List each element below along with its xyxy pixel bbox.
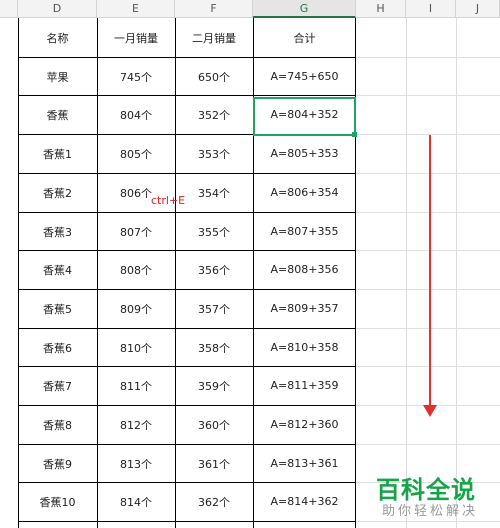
down-arrow-line: [429, 135, 431, 407]
row-12-name-cell[interactable]: 香蕉10: [18, 482, 97, 521]
gridline: [355, 95, 500, 96]
row-9-name-cell[interactable]: 香蕉7: [18, 366, 97, 405]
gridline: [355, 289, 500, 290]
watermark-subtitle: 助你轻松解决: [382, 504, 479, 519]
row-8-name-cell[interactable]: 香蕉6: [18, 328, 97, 367]
row-4-feb-cell[interactable]: 354个: [175, 173, 253, 212]
column-header-h[interactable]: H: [356, 0, 406, 18]
row-2-name-cell[interactable]: 香蕉: [18, 95, 97, 134]
row-6-total-cell[interactable]: A=808+356: [253, 250, 356, 289]
gridline: [355, 173, 500, 174]
row-2-feb-cell[interactable]: 352个: [175, 95, 253, 134]
gridline: [355, 134, 500, 135]
row-5-feb-cell[interactable]: 355个: [175, 212, 253, 251]
column-header-e[interactable]: E: [97, 0, 175, 18]
gridline: [355, 444, 500, 445]
row-2-jan-cell[interactable]: 804个: [97, 95, 175, 134]
row-11-jan-cell[interactable]: 813个: [97, 444, 175, 483]
column-header-j[interactable]: J: [456, 0, 500, 18]
header-jan-cell[interactable]: 一月销量: [97, 18, 175, 57]
row-3-jan-cell[interactable]: 805个: [97, 134, 175, 173]
row-8-feb-cell[interactable]: 358个: [175, 328, 253, 367]
fill-handle[interactable]: [352, 132, 357, 137]
row-1-name-cell[interactable]: 苹果: [18, 57, 97, 96]
row-3-total-cell[interactable]: A=805+353: [253, 134, 356, 173]
row-10-total-cell[interactable]: A=812+360: [253, 405, 356, 444]
row-7-name-cell[interactable]: 香蕉5: [18, 289, 97, 328]
row-1-jan-cell[interactable]: 745个: [97, 57, 175, 96]
row-9-total-cell[interactable]: A=811+359: [253, 366, 356, 405]
row-9-jan-cell[interactable]: 811个: [97, 366, 175, 405]
gridline: [355, 212, 500, 213]
row-10-jan-cell[interactable]: 812个: [97, 405, 175, 444]
spreadsheet-grid: D E F G H I J 名称 一月销量 二月销量 合计苹果 745个 650个 A=745+650 香蕉…: [0, 0, 500, 528]
row-3-name-cell[interactable]: 香蕉1: [18, 134, 97, 173]
row-9-feb-cell[interactable]: 359个: [175, 366, 253, 405]
table-border: [18, 521, 355, 522]
column-header-i[interactable]: I: [406, 0, 456, 18]
row-12-total-cell[interactable]: A=814+362: [253, 482, 356, 521]
row-6-name-cell[interactable]: 香蕉4: [18, 250, 97, 289]
gridline: [355, 328, 500, 329]
row-1-feb-cell[interactable]: 650个: [175, 57, 253, 96]
row-3-feb-cell[interactable]: 353个: [175, 134, 253, 173]
row-12-jan-cell[interactable]: 814个: [97, 482, 175, 521]
column-header-d[interactable]: D: [18, 0, 97, 18]
row-12-feb-cell[interactable]: 362个: [175, 482, 253, 521]
row-11-total-cell[interactable]: A=813+361: [253, 444, 356, 483]
row-11-feb-cell[interactable]: 361个: [175, 444, 253, 483]
active-cell-selection[interactable]: [253, 97, 356, 136]
row-6-jan-cell[interactable]: 808个: [97, 250, 175, 289]
gridline: [355, 366, 500, 367]
row-6-feb-cell[interactable]: 356个: [175, 250, 253, 289]
column-header-f[interactable]: F: [175, 0, 253, 18]
down-arrow-icon: [423, 405, 437, 417]
row-4-name-cell[interactable]: 香蕉2: [18, 173, 97, 212]
gridline: [355, 57, 500, 58]
row-7-feb-cell[interactable]: 357个: [175, 289, 253, 328]
row-10-name-cell[interactable]: 香蕉8: [18, 405, 97, 444]
row-1-total-cell[interactable]: A=745+650: [253, 57, 356, 96]
row-11-name-cell[interactable]: 香蕉9: [18, 444, 97, 483]
watermark-logo: 百科全说 助你轻松解决: [376, 470, 498, 526]
row-8-total-cell[interactable]: A=810+358: [253, 328, 356, 367]
gridline: [355, 250, 500, 251]
row-10-feb-cell[interactable]: 360个: [175, 405, 253, 444]
row-7-total-cell[interactable]: A=809+357: [253, 289, 356, 328]
row-5-total-cell[interactable]: A=807+355: [253, 212, 356, 251]
shortcut-annotation: ctrl+E: [151, 194, 186, 207]
header-feb-cell[interactable]: 二月销量: [175, 18, 253, 57]
header-name-cell[interactable]: 名称: [18, 18, 97, 57]
column-header-g[interactable]: G: [253, 0, 356, 18]
select-all-corner[interactable]: [0, 0, 18, 18]
row-5-name-cell[interactable]: 香蕉3: [18, 212, 97, 251]
row-8-jan-cell[interactable]: 810个: [97, 328, 175, 367]
row-4-total-cell[interactable]: A=806+354: [253, 173, 356, 212]
row-7-jan-cell[interactable]: 809个: [97, 289, 175, 328]
row-5-jan-cell[interactable]: 807个: [97, 212, 175, 251]
header-total-cell[interactable]: 合计: [253, 18, 356, 57]
